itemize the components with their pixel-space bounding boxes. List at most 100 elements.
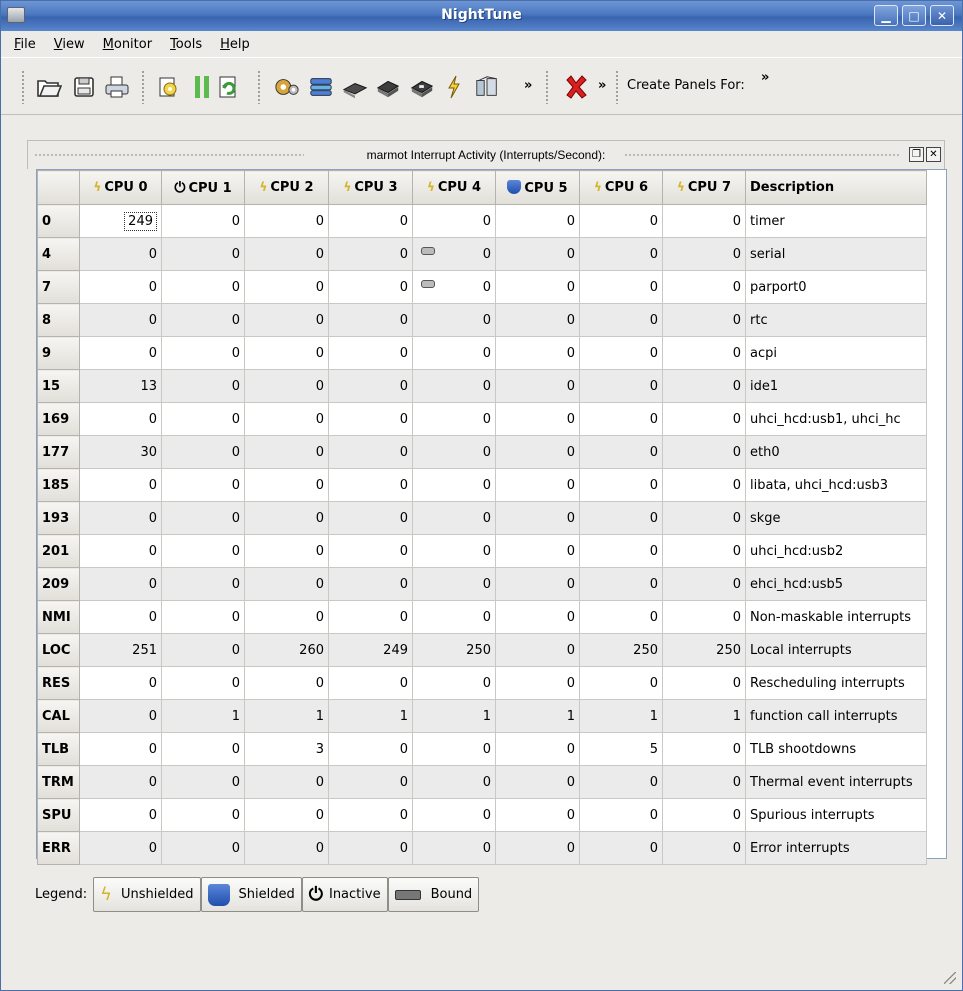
table-cell[interactable]: 0: [161, 567, 245, 601]
table-cell[interactable]: 249: [79, 204, 162, 238]
table-cell[interactable]: 0: [495, 633, 580, 667]
table-cell[interactable]: 0: [79, 699, 162, 733]
table-cell[interactable]: 0: [579, 237, 663, 271]
table-cell[interactable]: 0: [161, 666, 245, 700]
table-cell[interactable]: 0: [662, 501, 746, 535]
network-icon[interactable]: [308, 74, 334, 100]
table-cell[interactable]: 0: [161, 633, 245, 667]
description-cell[interactable]: timer: [745, 204, 927, 238]
table-cell[interactable]: 0: [495, 402, 580, 436]
table-cell[interactable]: 0: [412, 765, 496, 799]
table-cell[interactable]: 0: [662, 435, 746, 469]
row-header[interactable]: ERR: [37, 831, 80, 865]
table-cell[interactable]: 0: [662, 303, 746, 337]
table-cell[interactable]: 0: [579, 435, 663, 469]
table-cell[interactable]: 3: [244, 732, 329, 766]
table-row[interactable]: 201 0 0 0 0 0 0 0 0 uhci_hcd:usb2: [37, 534, 927, 568]
table-cell[interactable]: 0: [495, 501, 580, 535]
table-cell[interactable]: 0: [244, 798, 329, 832]
memory-icon[interactable]: [342, 74, 368, 100]
table-cell[interactable]: 0: [662, 831, 746, 865]
save-icon[interactable]: [71, 74, 97, 100]
description-cell[interactable]: skge: [745, 501, 927, 535]
row-header[interactable]: TRM: [37, 765, 80, 799]
row-header[interactable]: 0: [37, 204, 80, 238]
table-cell[interactable]: 0: [412, 369, 496, 403]
refresh-icon[interactable]: [216, 74, 242, 100]
menu-tools[interactable]: Tools: [161, 37, 211, 52]
table-cell[interactable]: 0: [328, 204, 413, 238]
row-header[interactable]: 201: [37, 534, 80, 568]
row-header[interactable]: 177: [37, 435, 80, 469]
table-cell[interactable]: 0: [244, 600, 329, 634]
table-cell[interactable]: 0: [579, 204, 663, 238]
cpu-shield-icon[interactable]: [409, 74, 435, 100]
table-cell[interactable]: 0: [161, 798, 245, 832]
table-cell[interactable]: 0: [579, 303, 663, 337]
panel-drag-handle[interactable]: [624, 153, 900, 158]
table-cell[interactable]: 0: [328, 765, 413, 799]
table-row[interactable]: 169 0 0 0 0 0 0 0 0 uhci_hcd:usb1, uhci_hc: [37, 402, 927, 436]
table-cell[interactable]: 0: [495, 369, 580, 403]
row-header[interactable]: NMI: [37, 600, 80, 634]
create-panels-overflow-button[interactable]: »: [761, 70, 769, 85]
table-cell[interactable]: 0: [244, 369, 329, 403]
table-cell[interactable]: 0: [328, 402, 413, 436]
table-cell[interactable]: 0: [412, 831, 496, 865]
table-cell[interactable]: 0: [161, 501, 245, 535]
column-header[interactable]: ϟ CPU 0: [79, 170, 162, 205]
settings-icon[interactable]: [155, 74, 181, 100]
table-cell[interactable]: 0: [244, 435, 329, 469]
row-header[interactable]: 7: [37, 270, 80, 304]
table-cell[interactable]: 0: [161, 336, 245, 370]
description-cell[interactable]: ide1: [745, 369, 927, 403]
table-cell[interactable]: 0: [244, 303, 329, 337]
row-header[interactable]: 9: [37, 336, 80, 370]
description-cell[interactable]: Rescheduling interrupts: [745, 666, 927, 700]
table-cell[interactable]: 0: [662, 798, 746, 832]
description-cell[interactable]: function call interrupts: [745, 699, 927, 733]
table-cell[interactable]: 0: [662, 369, 746, 403]
description-cell[interactable]: eth0: [745, 435, 927, 469]
column-header[interactable]: Description: [745, 170, 927, 205]
cpu-icon[interactable]: [375, 74, 401, 100]
table-cell[interactable]: 0: [79, 765, 162, 799]
table-cell[interactable]: 0: [495, 303, 580, 337]
table-cell[interactable]: 0: [412, 732, 496, 766]
table-cell[interactable]: 0: [161, 468, 245, 502]
description-cell[interactable]: libata, uhci_hcd:usb3: [745, 468, 927, 502]
table-cell[interactable]: 5: [579, 732, 663, 766]
table-cell[interactable]: 0: [244, 765, 329, 799]
table-cell[interactable]: 0: [412, 501, 496, 535]
table-cell[interactable]: 0: [579, 765, 663, 799]
table-cell[interactable]: 0: [662, 204, 746, 238]
table-cell[interactable]: 250: [412, 633, 496, 667]
row-header[interactable]: RES: [37, 666, 80, 700]
table-row[interactable]: CAL 0 1 1 1 1 1 1 1 function call interrupts: [37, 699, 927, 733]
table-cell[interactable]: 0: [412, 237, 496, 271]
table-cell[interactable]: 0: [579, 468, 663, 502]
print-icon[interactable]: [104, 74, 130, 100]
table-cell[interactable]: 0: [328, 567, 413, 601]
table-cell[interactable]: 0: [412, 534, 496, 568]
row-header[interactable]: TLB: [37, 732, 80, 766]
column-header[interactable]: ϟ CPU 6: [579, 170, 663, 205]
row-header[interactable]: 193: [37, 501, 80, 535]
table-cell[interactable]: 0: [495, 600, 580, 634]
table-cell[interactable]: 250: [662, 633, 746, 667]
close-icon[interactable]: [563, 74, 589, 100]
table-cell[interactable]: 0: [579, 600, 663, 634]
table-cell[interactable]: 13: [79, 369, 162, 403]
table-cell[interactable]: 0: [244, 336, 329, 370]
table-cell[interactable]: 0: [412, 270, 496, 304]
table-cell[interactable]: 1: [662, 699, 746, 733]
table-cell[interactable]: 0: [244, 237, 329, 271]
table-cell[interactable]: 0: [495, 468, 580, 502]
table-row[interactable]: 193 0 0 0 0 0 0 0 0 skge: [37, 501, 927, 535]
table-cell[interactable]: 0: [412, 435, 496, 469]
table-cell[interactable]: 0: [328, 303, 413, 337]
table-row[interactable]: 8 0 0 0 0 0 0 0 0 rtc: [37, 303, 927, 337]
title-bar[interactable]: NightTune ▁ □ ✕: [1, 1, 962, 31]
table-cell[interactable]: 0: [161, 435, 245, 469]
column-header[interactable]: ϟ CPU 4: [412, 170, 496, 205]
